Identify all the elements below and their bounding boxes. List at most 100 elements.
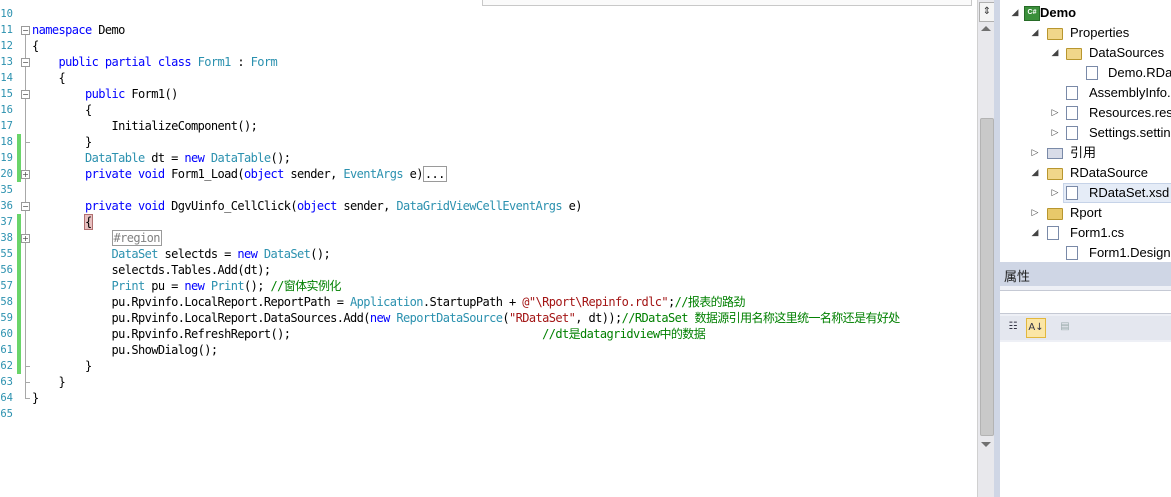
- collapse-icon[interactable]: −: [21, 58, 30, 67]
- code-line[interactable]: pu.Rpvinfo.LocalReport.ReportPath = Appl…: [32, 294, 745, 310]
- line-number: 20: [0, 168, 13, 180]
- tree-item-label: Demo: [1040, 5, 1077, 20]
- solution-tree-item[interactable]: ◢ C# Demo: [1000, 3, 1171, 23]
- tree-item-label: 引用: [1070, 145, 1097, 160]
- code-line[interactable]: private void Form1_Load(object sender, E…: [32, 166, 447, 182]
- code-line[interactable]: pu.Rpvinfo.LocalReport.DataSources.Add(n…: [32, 310, 900, 326]
- line-number: 56: [0, 264, 13, 276]
- properties-panel: 属性 ☷ A↓ ▤: [1000, 262, 1171, 497]
- properties-title: 属性: [1004, 269, 1031, 284]
- line-number: 35: [0, 184, 13, 196]
- code-line[interactable]: private void DgvUinfo_CellClick(object s…: [32, 198, 582, 214]
- solution-tree-item[interactable]: ◢ DataSources: [1000, 43, 1171, 63]
- line-number: 60: [0, 328, 13, 340]
- tree-collapse-arrow-icon[interactable]: ◢: [1010, 3, 1020, 23]
- line-number: 16: [0, 104, 13, 116]
- line-number: 59: [0, 312, 13, 324]
- tree-collapse-arrow-icon[interactable]: ◢: [1030, 23, 1040, 43]
- properties-title-bar: 属性: [1000, 262, 1171, 286]
- folder-open-icon: [1047, 28, 1063, 40]
- file-icon: [1066, 186, 1078, 200]
- outline-end-tick: [25, 366, 30, 367]
- collapse-icon[interactable]: −: [21, 26, 30, 35]
- line-number: 65: [0, 408, 13, 420]
- code-line[interactable]: namespace Demo: [32, 22, 125, 38]
- code-line[interactable]: {: [32, 102, 92, 118]
- solution-tree-item[interactable]: ▷ 引用: [1000, 143, 1171, 163]
- code-line[interactable]: Print pu = new Print(); //窗体实例化: [32, 278, 342, 294]
- tree-expand-arrow-icon[interactable]: ▷: [1050, 103, 1060, 123]
- code-line[interactable]: public partial class Form1 : Form: [32, 54, 278, 70]
- code-line[interactable]: pu.ShowDialog();: [32, 342, 218, 358]
- scroll-down-arrow-icon[interactable]: [981, 442, 991, 447]
- solution-tree-item[interactable]: Form1.Designer.cs: [1000, 243, 1171, 262]
- code-line[interactable]: }: [32, 134, 92, 150]
- file-icon: [1086, 66, 1098, 80]
- solution-tree-item[interactable]: ◢ RDataSource: [1000, 163, 1171, 183]
- tree-item-label: Form1.cs: [1070, 225, 1125, 240]
- line-number: 11: [0, 24, 13, 36]
- collapse-icon[interactable]: −: [21, 90, 30, 99]
- tree-collapse-arrow-icon[interactable]: ◢: [1030, 163, 1040, 183]
- code-line[interactable]: DataTable dt = new DataTable();: [32, 150, 291, 166]
- split-editor-button[interactable]: ⇕: [979, 2, 995, 22]
- cs-project-icon: C#: [1024, 6, 1040, 21]
- solution-tree-item[interactable]: ◢ Form1.cs: [1000, 223, 1171, 243]
- solution-tree-item[interactable]: Demo.RDataSource: [1000, 63, 1171, 83]
- line-number: 61: [0, 344, 13, 356]
- code-line[interactable]: pu.Rpvinfo.RefreshReport(); //dt是datagri…: [32, 326, 705, 342]
- code-editor[interactable]: 10 11 12 13 14 15 16 17 18 19 20 35 36 37 38 55 56 57 58 59…: [0, 0, 977, 497]
- vertical-scrollbar[interactable]: ⇕: [977, 0, 995, 497]
- file-icon: [1066, 246, 1078, 260]
- solution-tree-item[interactable]: ▷ Rport: [1000, 203, 1171, 223]
- tree-collapse-arrow-icon[interactable]: ◢: [1050, 43, 1060, 63]
- navigation-bar: [0, 0, 977, 7]
- expand-icon[interactable]: +: [21, 170, 30, 179]
- code-line[interactable]: selectds.Tables.Add(dt);: [32, 262, 271, 278]
- file-icon: [1066, 126, 1078, 140]
- line-number: 15: [0, 88, 13, 100]
- outline-end-tick: [25, 398, 30, 399]
- tree-expand-arrow-icon[interactable]: ▷: [1030, 203, 1040, 223]
- solution-tree-item[interactable]: ▷ RDataSet.xsd: [1000, 183, 1171, 203]
- expand-icon[interactable]: +: [21, 234, 30, 243]
- tree-item-label: Resources.resx: [1089, 105, 1171, 120]
- property-pages-icon[interactable]: ▤: [1056, 318, 1074, 336]
- code-line[interactable]: {: [32, 38, 39, 54]
- line-number: 10: [0, 8, 13, 20]
- member-dropdown[interactable]: [482, 0, 972, 6]
- code-line[interactable]: }: [32, 390, 39, 406]
- code-line[interactable]: DataSet selectds = new DataSet();: [32, 246, 331, 262]
- line-number: 55: [0, 248, 13, 260]
- object-selector[interactable]: [1000, 290, 1171, 314]
- code-line[interactable]: #region: [32, 230, 162, 246]
- tree-expand-arrow-icon[interactable]: ▷: [1050, 123, 1060, 143]
- solution-tree-item[interactable]: ▷ Settings.settings: [1000, 123, 1171, 143]
- alphabetical-icon[interactable]: A↓: [1026, 318, 1046, 338]
- solution-tree-item[interactable]: AssemblyInfo.cs: [1000, 83, 1171, 103]
- code-line[interactable]: }: [32, 358, 92, 374]
- code-line[interactable]: {: [32, 214, 93, 230]
- line-number: 13: [0, 56, 13, 68]
- code-line[interactable]: public Form1(): [32, 86, 178, 102]
- categorized-icon[interactable]: ☷: [1004, 318, 1022, 336]
- solution-explorer: ◢ C#Demo ◢Properties◢DataSourcesDemo.RData…: [1000, 0, 1171, 262]
- code-line[interactable]: InitializeComponent();: [32, 118, 257, 134]
- scroll-up-arrow-icon[interactable]: [981, 26, 991, 31]
- line-number: 38: [0, 232, 13, 244]
- line-number: 64: [0, 392, 13, 404]
- tree-item-label: Form1.Designer.cs: [1089, 245, 1171, 260]
- line-number: 62: [0, 360, 13, 372]
- tree-collapse-arrow-icon[interactable]: ◢: [1030, 223, 1040, 243]
- code-line[interactable]: {: [32, 70, 65, 86]
- line-number: 14: [0, 72, 13, 84]
- solution-tree-item[interactable]: ◢ Properties: [1000, 23, 1171, 43]
- tree-expand-arrow-icon[interactable]: ▷: [1050, 183, 1060, 203]
- folder-open-icon: [1066, 48, 1082, 60]
- solution-tree-item[interactable]: ▷ Resources.resx: [1000, 103, 1171, 123]
- line-number: 37: [0, 216, 13, 228]
- tree-expand-arrow-icon[interactable]: ▷: [1030, 143, 1040, 163]
- collapse-icon[interactable]: −: [21, 202, 30, 211]
- scroll-thumb[interactable]: [980, 118, 994, 436]
- code-line[interactable]: }: [32, 374, 65, 390]
